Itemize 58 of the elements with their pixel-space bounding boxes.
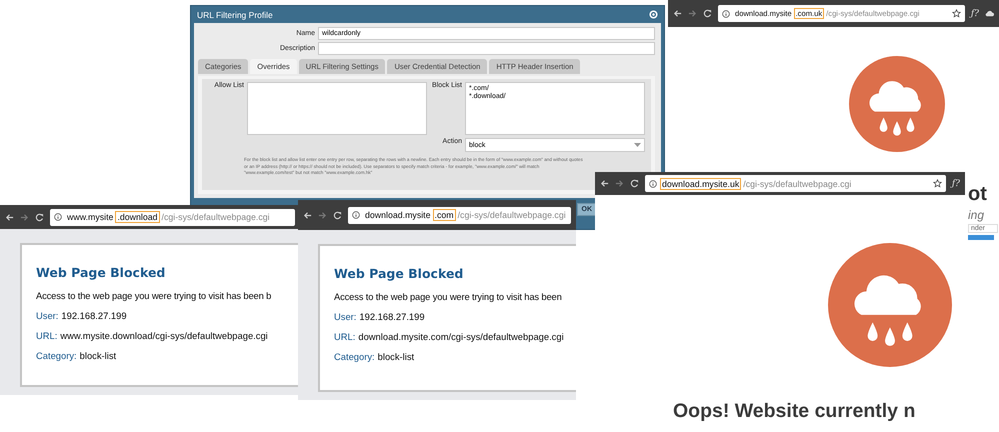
info-icon[interactable]: [54, 213, 62, 221]
url-text: /cgi-sys/defaultwebpage.cgi: [742, 178, 852, 190]
detail-label: User:: [36, 310, 58, 321]
subtitle-text: ing: [968, 208, 984, 222]
back-icon[interactable]: [600, 179, 609, 188]
detail-value: 192.168.27.199: [359, 311, 425, 322]
info-icon[interactable]: [352, 211, 360, 219]
url-text: /cgi-sys/defaultwebpage.cgi: [456, 209, 567, 221]
reload-icon[interactable]: [630, 179, 639, 188]
dialog-title: URL Filtering Profile: [197, 10, 273, 20]
extension-label[interactable]: ƒ?: [952, 178, 960, 188]
page-title: Web Page Blocked: [334, 266, 464, 281]
rain-cloud-icon: [849, 56, 945, 152]
text-field[interactable]: [318, 42, 655, 55]
detail-label: URL:: [334, 331, 356, 342]
rain-cloud-icon: [828, 243, 952, 367]
address-bar[interactable]: download.mysite .com /cgi-sys/defaultwebpage.cgi: [348, 206, 571, 224]
forward-icon[interactable]: [318, 210, 327, 220]
detail-value: www.mysite.download/cgi-sys/defaultwebpage.cgi: [60, 330, 268, 341]
detail-value: 192.168.27.199: [61, 310, 127, 321]
detail-label: Category:: [334, 351, 375, 362]
back-icon[interactable]: [303, 210, 312, 220]
star-icon[interactable]: [952, 9, 961, 18]
back-icon[interactable]: [5, 212, 14, 222]
cloud-icon[interactable]: [985, 9, 994, 18]
url-text: download.mysite: [364, 209, 432, 221]
reload-icon[interactable]: [333, 210, 342, 220]
heading-text: ot: [968, 183, 987, 206]
info-icon[interactable]: [722, 10, 730, 18]
page-title: Web Page Blocked: [36, 265, 166, 280]
detail-label: User:: [334, 311, 356, 322]
forward-icon[interactable]: [20, 212, 29, 222]
address-bar[interactable]: www.mysite .download /cgi-sys/defaultwebpage.cgi: [50, 208, 295, 226]
forward-icon[interactable]: [615, 179, 624, 188]
highlighted-url-part: download.mysite.uk: [660, 178, 742, 190]
message-text: Access to the web page you were trying to visit has been b: [36, 290, 272, 301]
reload-icon[interactable]: [703, 9, 712, 18]
address-bar[interactable]: download.mysite.uk /cgi-sys/defaultwebpage.cgi: [645, 175, 946, 192]
detail-label: URL:: [36, 330, 58, 341]
highlighted-url-part: .download: [115, 211, 160, 223]
info-icon[interactable]: [649, 180, 657, 188]
url-text: /cgi-sys/defaultwebpage.cgi: [160, 211, 271, 223]
detail-value: block-list: [80, 350, 116, 361]
detail-value: block-list: [378, 351, 414, 362]
url-text: www.mysite: [66, 211, 114, 223]
forward-icon[interactable]: [688, 9, 697, 18]
accent-bar: [968, 235, 994, 240]
extension-label[interactable]: ƒ?: [970, 8, 979, 18]
message-text: Access to the web page you were trying to visit has been: [334, 291, 563, 302]
error-heading: Oops! Website currently n: [673, 400, 916, 423]
dropdown-icon: [634, 142, 641, 148]
detail-label: Category:: [36, 350, 77, 361]
highlighted-url-part: .com: [432, 209, 456, 221]
detail-value: download.mysite.com/cgi-sys/defaultwebpage.cgi: [358, 331, 564, 342]
star-icon[interactable]: [932, 179, 942, 188]
back-icon[interactable]: [673, 9, 682, 18]
reload-icon[interactable]: [35, 212, 44, 222]
allow-list-field[interactable]: [247, 82, 427, 135]
